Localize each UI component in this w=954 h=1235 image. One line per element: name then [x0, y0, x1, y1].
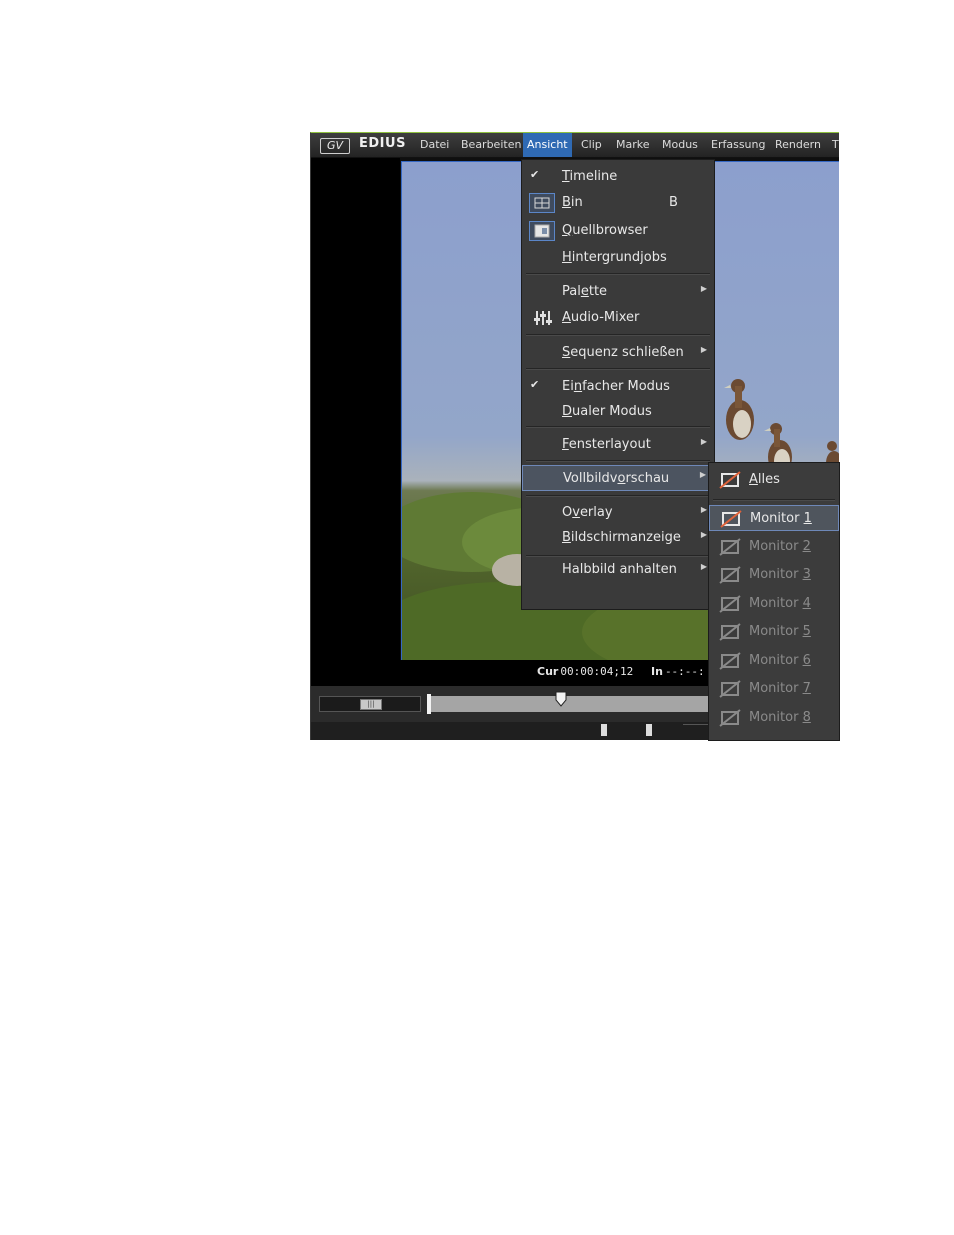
menu-item-bildschirmanzeige[interactable]: Bildschirmanzeige ▶: [522, 526, 714, 550]
menu-item-audio-mixer[interactable]: Audio-Mixer: [522, 306, 714, 330]
menu-item-overlay[interactable]: Overlay ▶: [522, 501, 714, 525]
submenu-item-monitor-7[interactable]: Monitor 7: [709, 676, 839, 702]
monitor-icon: [719, 680, 741, 698]
menu-clip[interactable]: Clip: [577, 133, 606, 157]
bin-icon: [529, 193, 555, 213]
submenu-arrow-icon: ▶: [700, 505, 707, 514]
menu-separator: [526, 273, 710, 275]
menu-bearbeiten[interactable]: Bearbeiten: [457, 133, 525, 157]
monitor-icon: [719, 652, 741, 670]
check-icon: ✔: [530, 378, 540, 391]
submenu-item-monitor-3[interactable]: Monitor 3: [709, 562, 839, 588]
monitor-icon: [719, 538, 741, 556]
check-icon: ✔: [530, 168, 540, 181]
source-browser-icon: [529, 221, 555, 241]
menu-item-quellbrowser[interactable]: Quellbrowser: [522, 219, 714, 243]
menu-item-bin[interactable]: Bin B: [522, 191, 714, 215]
monitor-icon: [719, 471, 741, 489]
ansicht-menu-bottom: Halbbild anhalten ▶: [521, 555, 715, 610]
jog-slider[interactable]: |||: [319, 696, 421, 712]
menu-item-fensterlayout[interactable]: Fensterlayout ▶: [522, 433, 714, 457]
jog-handle-icon[interactable]: |||: [360, 699, 382, 710]
in-point-marker[interactable]: [427, 694, 431, 714]
menu-ansicht[interactable]: Ansicht: [523, 133, 572, 157]
menu-erfassung[interactable]: Erfassung: [707, 133, 769, 157]
menu-datei[interactable]: Datei: [416, 133, 453, 157]
menu-item-halbbild-anhalten[interactable]: Halbbild anhalten ▶: [522, 558, 714, 582]
submenu-item-alles[interactable]: Alles: [709, 467, 839, 493]
level-meter-icon: [646, 724, 652, 736]
menu-item-vollbildvorschau[interactable]: Vollbildvorschau ▶: [522, 465, 714, 491]
menu-item-einfacher-modus[interactable]: ✔ Einfacher Modus: [522, 375, 714, 399]
menu-separator: [713, 499, 835, 501]
menu-separator: [526, 334, 710, 336]
submenu-item-monitor-8[interactable]: Monitor 8: [709, 705, 839, 731]
preview-left-margin: [311, 158, 400, 688]
submenu-item-monitor-6[interactable]: Monitor 6: [709, 648, 839, 674]
vollbildvorschau-submenu: Alles Monitor 1 Monitor 2 Monitor 3 Moni…: [708, 462, 840, 741]
menu-separator: [526, 368, 710, 370]
monitor-icon: [719, 566, 741, 584]
monitor-icon: [719, 623, 741, 641]
submenu-item-monitor-2[interactable]: Monitor 2: [709, 534, 839, 560]
submenu-arrow-icon: ▶: [699, 470, 706, 479]
level-meter-icon: [601, 724, 607, 736]
menu-item-sequenz-schliessen[interactable]: Sequenz schließen ▶: [522, 341, 714, 365]
menu-item-palette[interactable]: Palette ▶: [522, 280, 714, 304]
submenu-arrow-icon: ▶: [700, 562, 707, 571]
ansicht-menu: ✔ Timeline Bin B Quellbrowser Hintergrun…: [521, 159, 715, 557]
menu-separator: [526, 495, 710, 497]
submenu-item-monitor-5[interactable]: Monitor 5: [709, 619, 839, 645]
menu-item-hintergrundjobs[interactable]: Hintergrundjobs: [522, 246, 714, 270]
submenu-arrow-icon: ▶: [700, 437, 707, 446]
menu-more[interactable]: T: [828, 133, 839, 157]
current-timecode: Cur 00:00:04;12: [537, 665, 634, 678]
monitor-icon: [720, 510, 742, 528]
menu-separator: [526, 555, 710, 557]
submenu-arrow-icon: ▶: [700, 530, 707, 539]
gv-logo-icon: GV: [320, 138, 350, 154]
monitor-icon: [719, 709, 741, 727]
menu-separator: [526, 460, 710, 462]
menu-rendern[interactable]: Rendern: [771, 133, 825, 157]
menu-item-dualer-modus[interactable]: Dualer Modus: [522, 400, 714, 424]
shortcut-label: B: [669, 195, 678, 210]
bird-1: [724, 379, 754, 440]
in-timecode: In --:--:: [651, 665, 705, 678]
menu-modus[interactable]: Modus: [658, 133, 702, 157]
audio-mixer-icon: [534, 311, 552, 325]
submenu-item-monitor-1[interactable]: Monitor 1: [709, 505, 839, 531]
playhead-icon[interactable]: [555, 691, 567, 707]
app-brand: EDIUS: [359, 136, 406, 151]
monitor-icon: [719, 595, 741, 613]
menu-marke[interactable]: Marke: [612, 133, 654, 157]
menu-item-timeline[interactable]: ✔ Timeline: [522, 165, 714, 189]
menu-bar: GV EDIUS Datei Bearbeiten Ansicht Clip M…: [311, 133, 839, 158]
submenu-arrow-icon: ▶: [700, 284, 707, 293]
submenu-item-monitor-4[interactable]: Monitor 4: [709, 591, 839, 617]
submenu-arrow-icon: ▶: [700, 345, 707, 354]
menu-separator: [526, 426, 710, 428]
